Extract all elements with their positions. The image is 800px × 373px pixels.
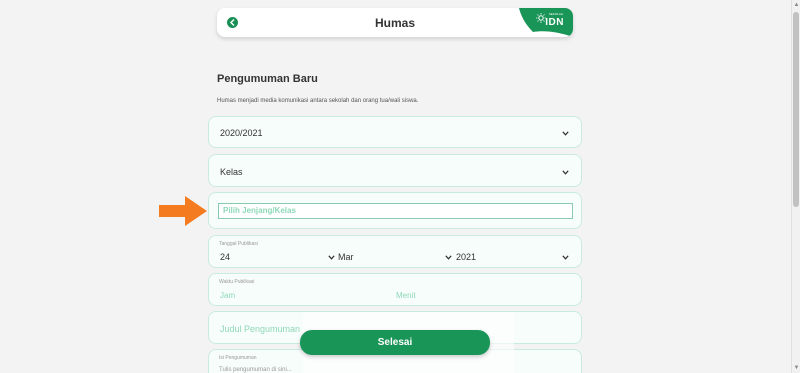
chevron-down-icon	[562, 131, 569, 136]
page-scrollbar[interactable]: ▲ ▼	[791, 0, 800, 373]
annotation-arrow-icon	[159, 196, 207, 226]
publish-day-select[interactable]: 24	[220, 252, 230, 262]
header-bar: Humas SEKOLAH IDN	[217, 8, 573, 37]
announcement-body-placeholder: Tulis pengumuman di sini...	[219, 367, 292, 373]
announcement-body-label: Isi Pengumuman	[219, 355, 257, 361]
publish-month-select[interactable]: Mar	[338, 252, 354, 262]
jenjang-kelas-input[interactable]: Pilih Jenjang/Kelas	[218, 203, 573, 219]
jenjang-kelas-field: Pilih Jenjang/Kelas	[208, 192, 582, 229]
minute-input[interactable]: Menit	[396, 291, 416, 300]
publish-date-label: Tanggal Publikasi	[219, 241, 258, 247]
chevron-down-icon	[562, 170, 569, 175]
publish-time-label: Waktu Publikasi	[219, 279, 255, 285]
publish-date-field: Tanggal Publikasi 24 Mar 2021	[208, 235, 582, 268]
year-select[interactable]: 2020/2021	[208, 116, 582, 148]
form-description: Humas menjadi media komunikasi antara se…	[217, 98, 419, 104]
class-select[interactable]: Kelas	[208, 154, 582, 187]
chevron-down-icon	[562, 255, 569, 260]
scroll-down-arrow-icon[interactable]: ▼	[793, 364, 800, 372]
scroll-up-arrow-icon[interactable]: ▲	[793, 1, 800, 9]
hour-input[interactable]: Jam	[220, 291, 235, 300]
announcement-title-placeholder: Judul Pengumuman	[220, 324, 301, 334]
form-title: Pengumuman Baru	[217, 73, 318, 85]
class-select-value: Kelas	[220, 167, 243, 177]
logo-small-text: SEKOLAH	[548, 12, 563, 16]
publish-time-field: Waktu Publikasi Jam Menit	[208, 273, 582, 306]
publish-year-select[interactable]: 2021	[456, 252, 476, 262]
chevron-down-icon	[445, 255, 452, 260]
logo-idn-text: IDN	[545, 17, 564, 28]
chevron-down-icon	[328, 255, 335, 260]
submit-button[interactable]: Selesai	[300, 330, 490, 355]
scroll-thumb[interactable]	[793, 12, 799, 207]
year-select-value: 2020/2021	[220, 128, 263, 138]
